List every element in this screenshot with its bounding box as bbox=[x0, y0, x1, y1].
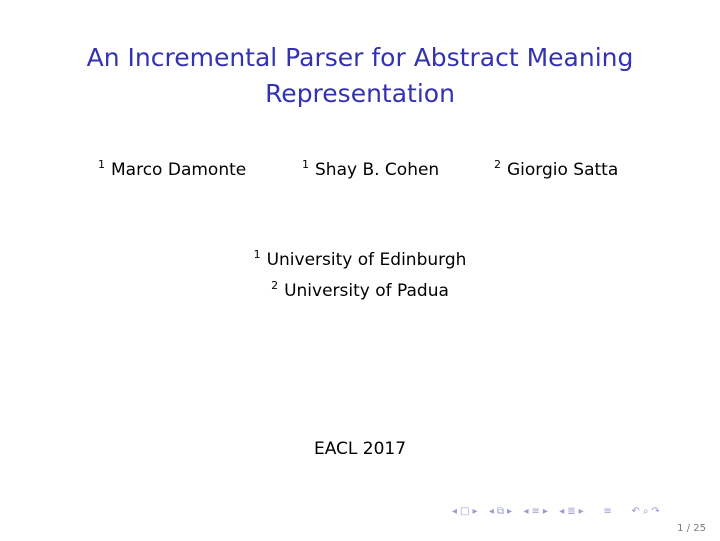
author-mark: 1 bbox=[98, 158, 105, 171]
frame-prev-icon[interactable]: ◂ bbox=[452, 506, 458, 517]
author-mark: 2 bbox=[494, 158, 501, 171]
affiliation-name: University of Padua bbox=[284, 281, 449, 301]
affiliation-name: University of Edinburgh bbox=[266, 250, 467, 270]
subsection-prev-icon[interactable]: ◂ bbox=[489, 506, 495, 517]
affiliation-mark: 1 bbox=[253, 248, 261, 261]
slide-title: An Incremental Parser for Abstract Meani… bbox=[0, 40, 720, 112]
forward-icon[interactable]: ↷ bbox=[652, 506, 661, 517]
back-icon[interactable]: ↶ bbox=[632, 506, 641, 517]
conference: EACL 2017 bbox=[313, 439, 407, 459]
author-3: 2 Giorgio Satta bbox=[494, 158, 618, 180]
author-name: Marco Damonte bbox=[111, 160, 247, 180]
page-number: 1 / 25 bbox=[677, 523, 706, 534]
section-prev-icon[interactable]: ◂ bbox=[523, 506, 529, 517]
author-mark: 1 bbox=[302, 158, 309, 171]
subsection-icon[interactable]: ⧉ bbox=[497, 506, 505, 517]
affiliation-mark: 2 bbox=[271, 279, 279, 292]
search-icon[interactable]: ⌕ bbox=[643, 506, 650, 517]
author-2: 1 Shay B. Cohen bbox=[302, 158, 439, 180]
title-line-1: An Incremental Parser for Abstract Meani… bbox=[86, 43, 634, 72]
part-icon[interactable]: ≣ bbox=[567, 506, 576, 517]
frame-icon[interactable]: □ bbox=[460, 506, 470, 517]
section-icon[interactable]: ≡ bbox=[531, 506, 540, 517]
part-prev-icon[interactable]: ◂ bbox=[559, 506, 565, 517]
frame-next-icon[interactable]: ▸ bbox=[472, 506, 478, 517]
author-1: 1 Marco Damonte bbox=[98, 158, 246, 180]
section-next-icon[interactable]: ▸ bbox=[543, 506, 549, 517]
author-name: Giorgio Satta bbox=[507, 160, 619, 180]
subsection-next-icon[interactable]: ▸ bbox=[507, 506, 513, 517]
author-name: Shay B. Cohen bbox=[315, 160, 440, 180]
toc-icon[interactable]: ≡ bbox=[603, 506, 612, 517]
affiliation-1: 1 University of Edinburgh bbox=[0, 242, 720, 273]
affiliation-2: 2 University of Padua bbox=[0, 273, 720, 304]
beamer-nav-bar: ◂ □ ▸ ◂ ⧉ ▸ ◂ ≡ ▸ ◂ ≣ ▸ ≡ ↶ ⌕ ↷ bbox=[452, 506, 663, 517]
affiliations: 1 University of Edinburgh 2 University of … bbox=[0, 242, 720, 304]
part-next-icon[interactable]: ▸ bbox=[579, 506, 585, 517]
title-line-2: Representation bbox=[265, 79, 455, 108]
